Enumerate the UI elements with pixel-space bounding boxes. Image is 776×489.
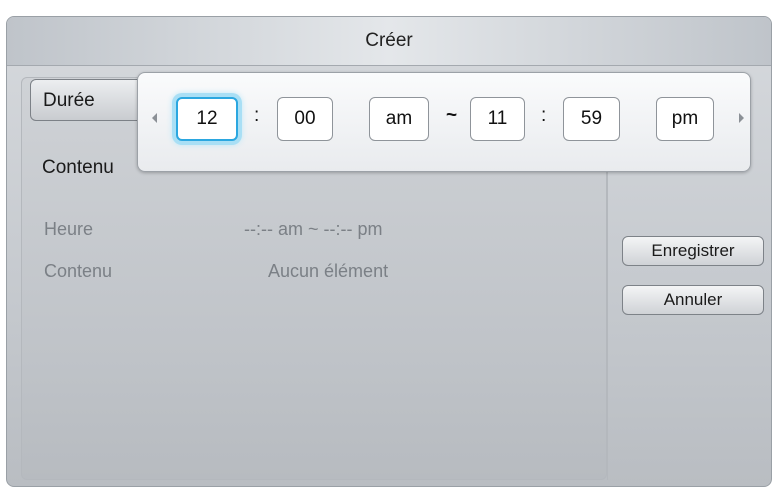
- start-period-field[interactable]: am: [369, 97, 429, 141]
- start-hour-field[interactable]: 12: [176, 97, 238, 141]
- menu-item-duree[interactable]: Durée: [30, 79, 148, 121]
- save-button[interactable]: Enregistrer: [622, 236, 764, 266]
- chevron-left-icon[interactable]: [152, 113, 157, 123]
- contenu-value: Aucun élément: [268, 261, 389, 281]
- chevron-right-icon[interactable]: [739, 113, 744, 123]
- end-hour-field[interactable]: 11: [470, 97, 525, 141]
- end-period-field[interactable]: pm: [656, 97, 714, 141]
- end-minute-field[interactable]: 59: [563, 97, 620, 141]
- contenu-label: Contenu: [44, 261, 113, 281]
- range-separator: ~: [446, 105, 458, 126]
- menu-item-contenu[interactable]: Contenu: [30, 154, 126, 182]
- heure-label: Heure: [44, 219, 94, 239]
- start-minute-field[interactable]: 00: [277, 97, 333, 141]
- dialog-title: Créer: [7, 17, 771, 66]
- end-colon: :: [541, 105, 547, 126]
- start-colon: :: [254, 105, 260, 126]
- cancel-button[interactable]: Annuler: [622, 285, 764, 315]
- heure-value: --:-- am ~ --:-- pm: [244, 219, 383, 239]
